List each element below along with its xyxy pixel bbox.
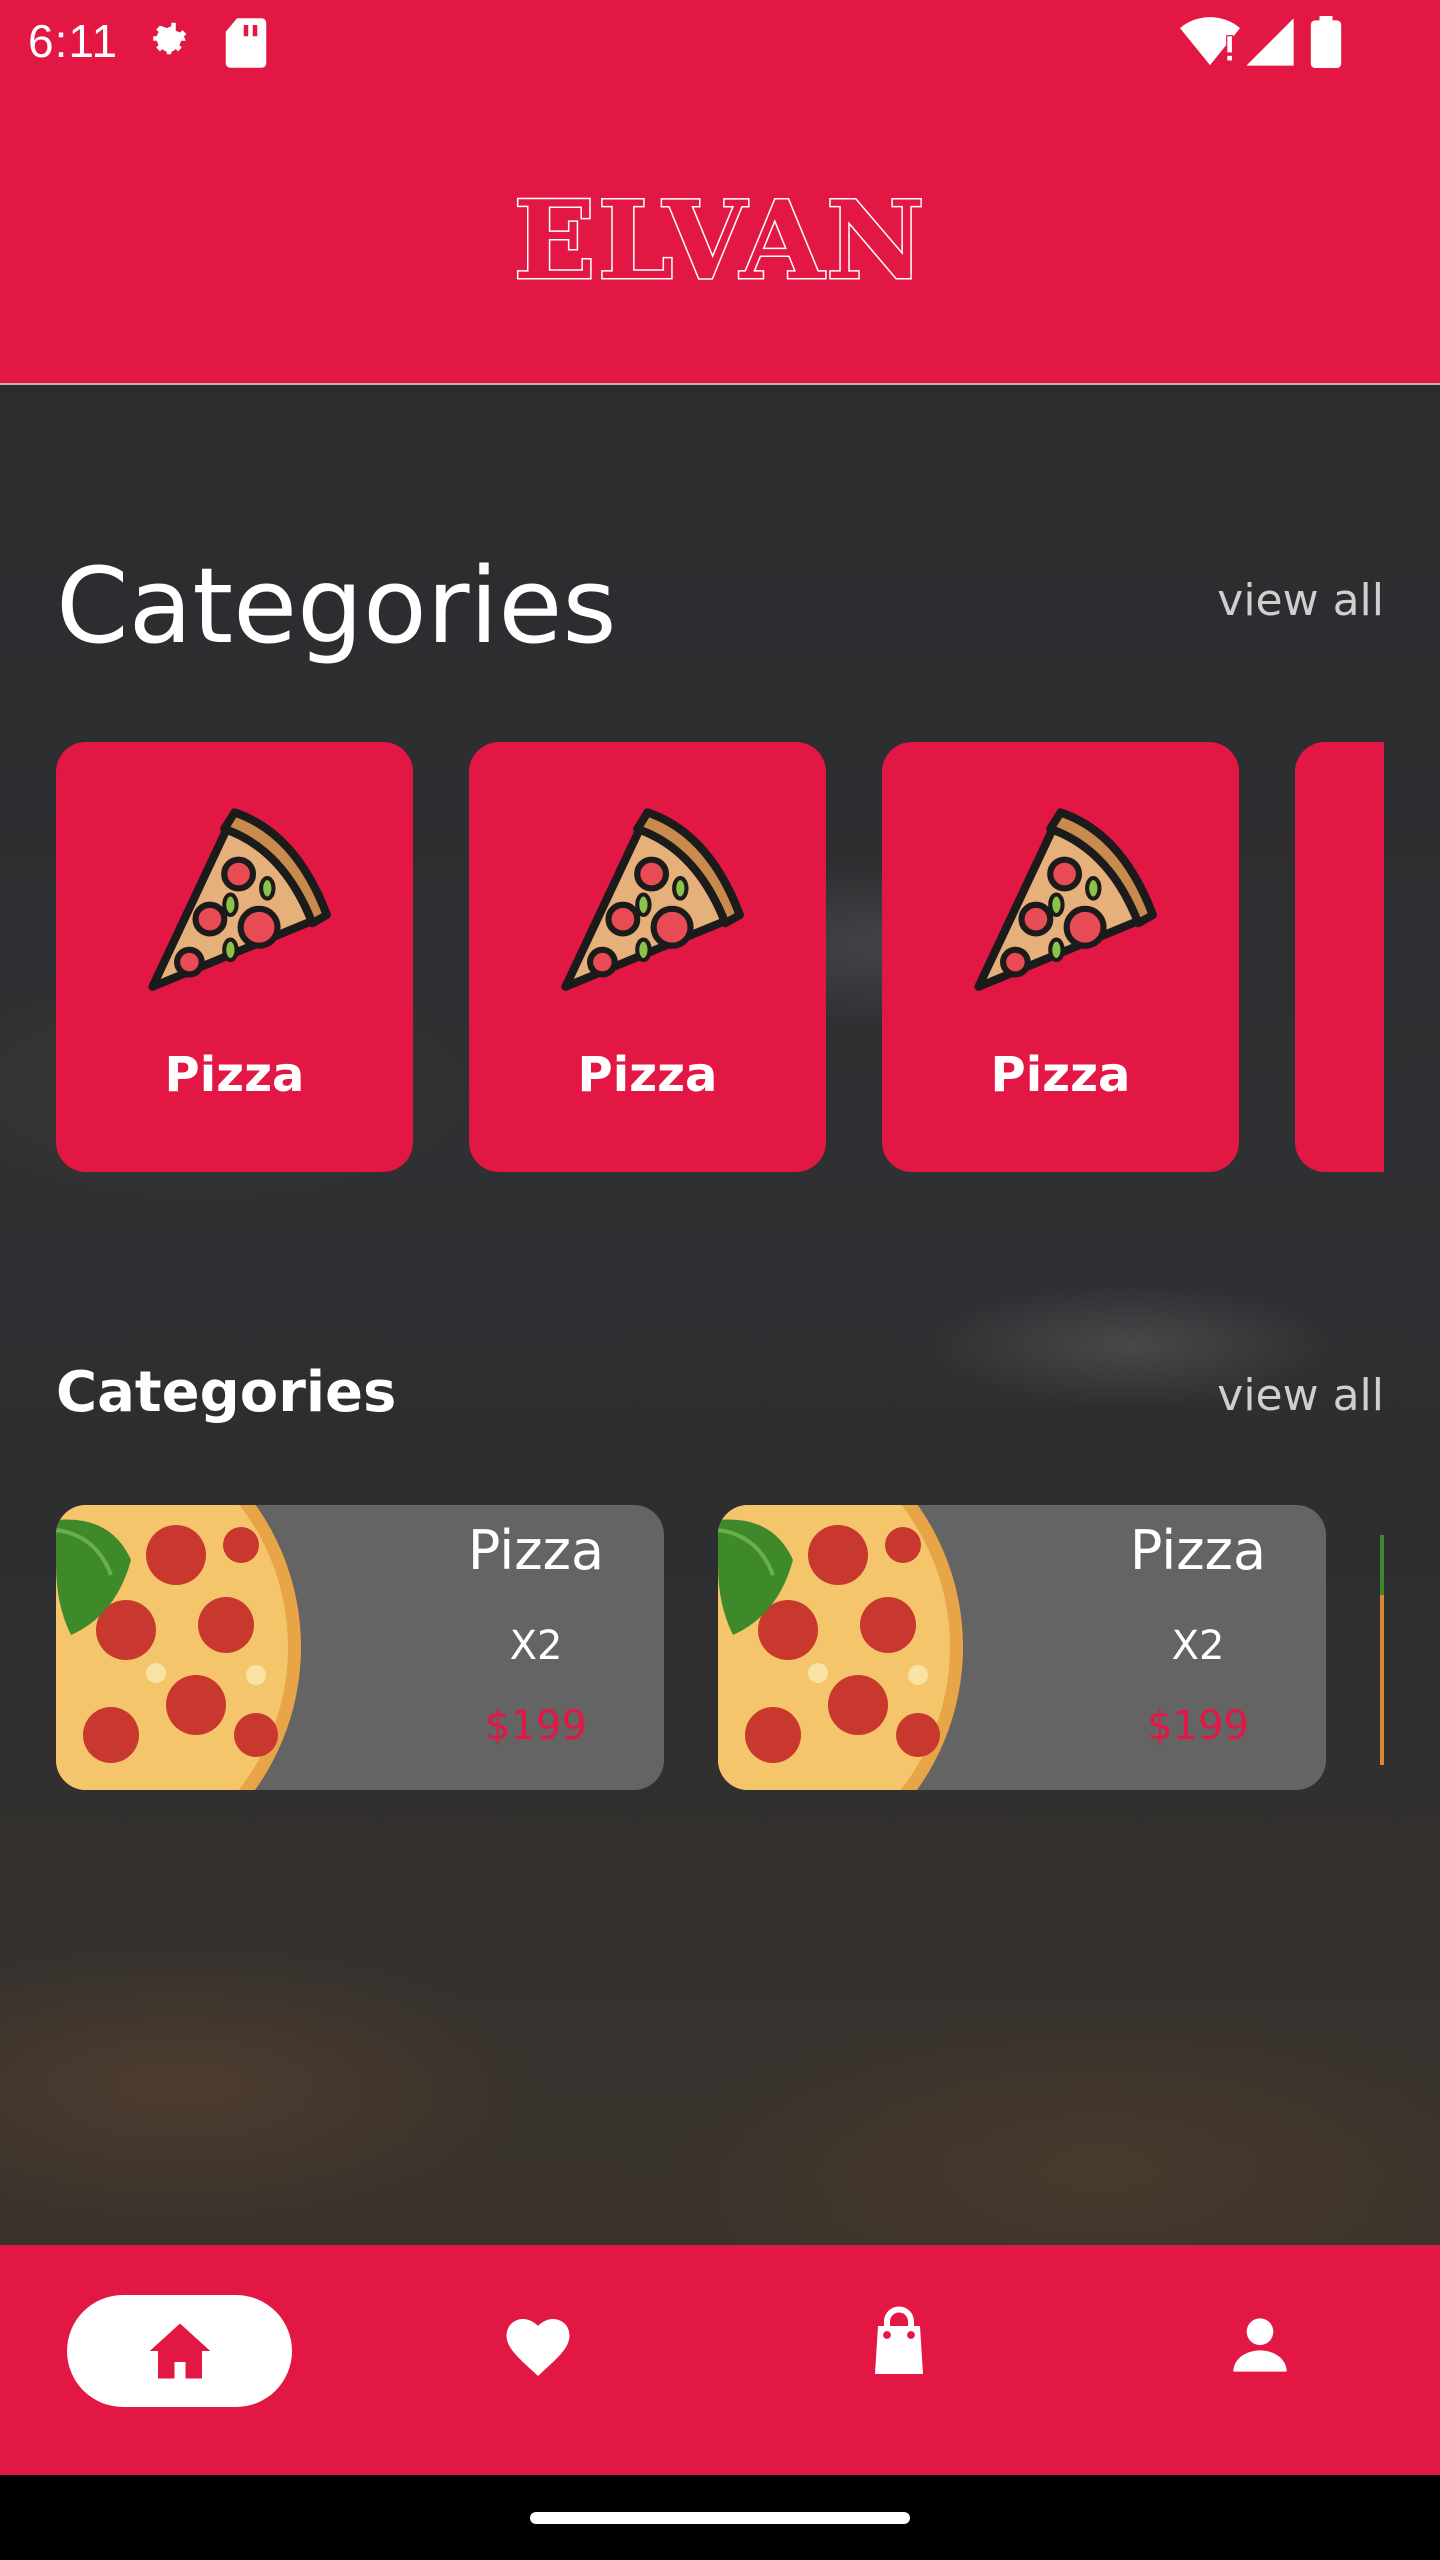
app-logo: ELVAN xyxy=(0,177,1440,306)
product-card[interactable]: Pizza X2 $199 xyxy=(56,1505,664,1790)
category-label: Pizza xyxy=(577,1047,718,1103)
system-gesture-bar xyxy=(0,2475,1440,2560)
products-view-all-link[interactable]: view all xyxy=(1217,1370,1384,1421)
category-card-partial[interactable] xyxy=(1295,742,1384,1172)
product-quantity: X2 xyxy=(509,1623,563,1669)
shopping-bag-icon xyxy=(875,2306,923,2374)
pizza-slice-icon xyxy=(561,808,744,991)
nav-home-button[interactable] xyxy=(67,2295,292,2407)
categories-carousel[interactable]: Pizza Pizza Pizza xyxy=(56,742,1384,1172)
nav-favorites-button[interactable] xyxy=(502,2313,574,2383)
status-bar: 6:11 xyxy=(0,0,1440,84)
logo-text: ELVAN xyxy=(512,177,927,306)
heart-icon xyxy=(506,2319,570,2376)
product-price: $199 xyxy=(1147,1703,1249,1749)
person-icon xyxy=(1233,2318,1287,2372)
product-quantity: X2 xyxy=(1171,1623,1225,1669)
pizza-slice-icon xyxy=(1371,792,1384,997)
products-carousel[interactable]: Pizza X2 $199 Pizza X2 $199 xyxy=(56,1505,1384,1795)
pizza-slice-icon xyxy=(974,808,1157,991)
product-name: Pizza xyxy=(467,1519,605,1582)
product-name: Pizza xyxy=(1129,1519,1267,1582)
bottom-nav xyxy=(0,2245,1440,2475)
pizza-photo xyxy=(1380,1535,1384,1765)
nav-cart-button[interactable] xyxy=(868,2305,930,2381)
product-card-partial[interactable] xyxy=(1380,1505,1384,1790)
product-card[interactable]: Pizza X2 $199 xyxy=(718,1505,1326,1790)
categories-view-all-link[interactable]: view all xyxy=(1217,575,1384,626)
category-card[interactable]: Pizza xyxy=(882,742,1239,1172)
wifi-icon xyxy=(1180,16,1240,72)
product-price: $199 xyxy=(485,1703,587,1749)
pizza-slice-icon xyxy=(148,808,331,991)
categories-title: Categories xyxy=(56,545,617,667)
cellular-signal-icon xyxy=(1244,16,1296,72)
products-title: Categories xyxy=(56,1360,397,1425)
app-header: ELVAN xyxy=(0,84,1440,385)
main-content[interactable]: Categories view all Pizza Pizza Pizza Ca… xyxy=(0,385,1440,2245)
sd-card-icon xyxy=(222,16,270,74)
category-label: Pizza xyxy=(990,1047,1131,1103)
nav-profile-button[interactable] xyxy=(1228,2313,1292,2381)
pizza-photo xyxy=(56,1505,301,1790)
status-time: 6:11 xyxy=(28,15,119,67)
pizza-photo xyxy=(718,1505,963,1790)
battery-icon xyxy=(1310,16,1342,72)
category-card[interactable]: Pizza xyxy=(56,742,413,1172)
settings-gear-icon xyxy=(142,16,196,74)
category-card[interactable]: Pizza xyxy=(469,742,826,1172)
home-icon xyxy=(149,2323,211,2379)
category-label: Pizza xyxy=(164,1047,305,1103)
gesture-handle[interactable] xyxy=(530,2512,910,2524)
